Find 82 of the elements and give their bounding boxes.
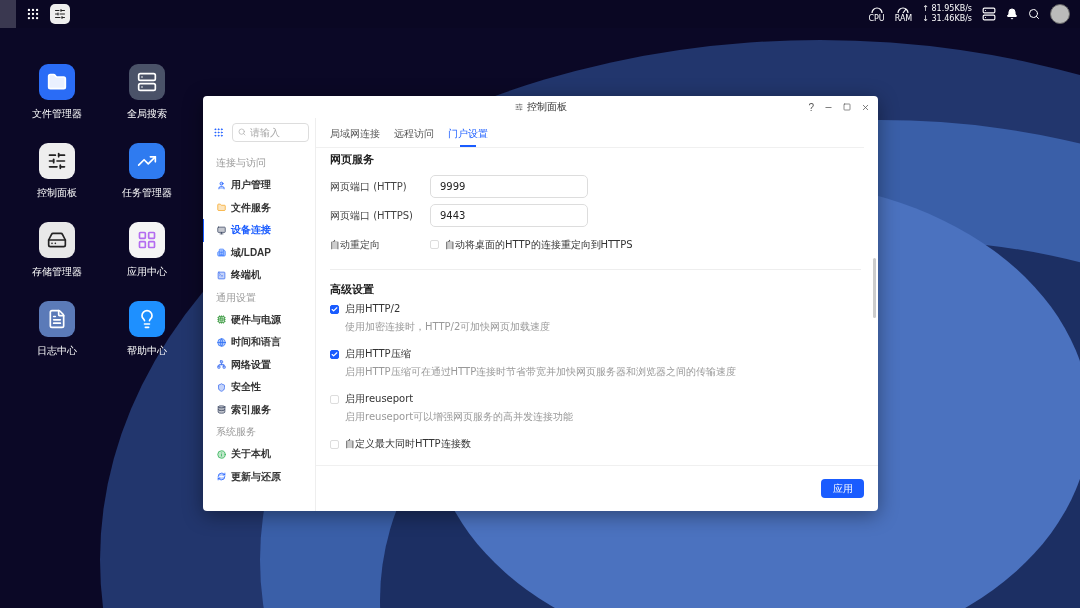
monitor-label: CPU [868, 13, 885, 23]
app-grid-icon[interactable] [26, 7, 40, 21]
tab[interactable]: 远程访问 [394, 127, 434, 147]
checkbox-label: 自定义最大同时HTTP连接数 [345, 437, 471, 451]
sidebar-item[interactable]: 文件服务 [203, 196, 315, 219]
upload-speed: ↑ 81.95KB/s [922, 4, 972, 14]
help-button[interactable]: ? [808, 101, 814, 113]
checkbox-label: 启用HTTP/2 [345, 302, 401, 316]
desktop-shortcut[interactable]: 任务管理器 [102, 143, 192, 222]
sidebar-item[interactable]: 更新与还原 [203, 465, 315, 488]
sliders-icon [514, 103, 523, 111]
shield-icon [217, 382, 226, 392]
sidebar-item[interactable]: 索引服务 [203, 398, 315, 421]
folder-icon [47, 72, 67, 92]
folder-icon [217, 203, 226, 213]
option-description: 启用HTTP压缩可在通过HTTP连接时节省带宽并加快网页服务器和浏览器之间的传输速度 [344, 365, 738, 379]
sidebar-section-title: 系统服务 [215, 425, 257, 439]
sidebar-section-title: 通用设置 [215, 290, 257, 305]
input-field[interactable]: 9443 [430, 204, 588, 227]
desktop-shortcut[interactable]: 文件管理器 [12, 64, 102, 143]
sidebar-item[interactable]: 硬件与电源 [203, 308, 315, 331]
desktop-shortcut[interactable]: 全局搜索 [102, 64, 192, 143]
checkbox[interactable] [330, 304, 339, 314]
field-label: 网页端口 (HTTPS) [330, 208, 414, 223]
server-list-icon[interactable] [982, 7, 996, 21]
globe-icon [217, 337, 226, 347]
grid-icon[interactable] [213, 127, 224, 138]
terminal-icon [217, 270, 226, 280]
tab[interactable]: 局域网连接 [330, 127, 380, 147]
desktop-shortcut[interactable]: 存储管理器 [12, 222, 102, 301]
sidebar-item[interactable]: 设备连接 [203, 219, 315, 242]
sidebar-item[interactable]: 用户管理 [203, 174, 315, 197]
control-panel-taskbar-icon[interactable] [50, 4, 70, 24]
sidebar-item[interactable]: 域/LDAP [203, 241, 315, 264]
field-label: 网页端口 (HTTP) [330, 179, 408, 194]
building-icon [217, 248, 226, 258]
desktop-shortcut[interactable]: 应用中心 [102, 222, 192, 301]
section-title: 网页服务 [330, 152, 375, 167]
search-field[interactable]: 请输入 [232, 123, 309, 142]
sidebar-item[interactable]: 关于本机 [203, 443, 315, 466]
gauge-icon [870, 5, 883, 14]
scrollbar[interactable] [873, 258, 876, 318]
drive-icon [47, 230, 67, 250]
grid-icon [137, 230, 157, 250]
option-description: 启用reuseport可以增强网页服务的高并发连接功能 [344, 410, 575, 424]
checkbox-label: 启用reuseport [345, 392, 414, 406]
window-title: 控制面板 [526, 100, 567, 114]
sidebar-item[interactable]: 时间和语言 [203, 331, 315, 354]
monitor-icon [217, 225, 226, 235]
tab[interactable]: 门户设置 [448, 127, 488, 147]
download-speed: ↓ 31.46KB/s [922, 14, 972, 24]
sidebar-item[interactable]: 网络设置 [203, 353, 315, 376]
field-label: 自动重定向 [330, 237, 381, 252]
refresh-icon [217, 472, 226, 482]
sidebar-item[interactable]: 安全性 [203, 376, 315, 399]
apply-button[interactable]: 应用 [821, 479, 864, 498]
database-icon [217, 405, 226, 415]
desktop-shortcut[interactable]: 控制面板 [12, 143, 102, 222]
checkbox-label: 启用HTTP压缩 [345, 347, 411, 361]
monitor-label: RAM [894, 13, 913, 23]
maximize-icon[interactable] [843, 103, 851, 111]
checkbox[interactable] [330, 349, 339, 359]
chip-icon [217, 315, 226, 325]
section-title: 高级设置 [330, 282, 375, 297]
gauge-icon [897, 5, 910, 14]
close-icon[interactable] [861, 102, 870, 112]
desktop-shortcut[interactable]: 帮助中心 [102, 301, 192, 380]
avatar[interactable] [1050, 4, 1070, 24]
bell-icon[interactable] [1006, 8, 1018, 20]
start-tab[interactable] [0, 0, 16, 28]
input-field[interactable]: 9999 [430, 175, 588, 198]
user-icon [217, 180, 226, 190]
checkbox-label: 自动将桌面的HTTP的连接重定向到HTTPS [445, 237, 633, 252]
search-icon [238, 128, 246, 136]
network-icon [217, 360, 226, 370]
desktop-shortcut[interactable]: 日志中心 [12, 301, 102, 380]
sidebar-item[interactable]: 终端机 [203, 264, 315, 287]
info-icon [217, 449, 226, 459]
sidebar-section-title: 连接与访问 [215, 156, 267, 170]
sliders-icon [47, 151, 67, 171]
option-description: 使用加密连接时，HTTP/2可加快网页加载速度 [344, 320, 552, 334]
search-icon[interactable] [1028, 8, 1040, 20]
